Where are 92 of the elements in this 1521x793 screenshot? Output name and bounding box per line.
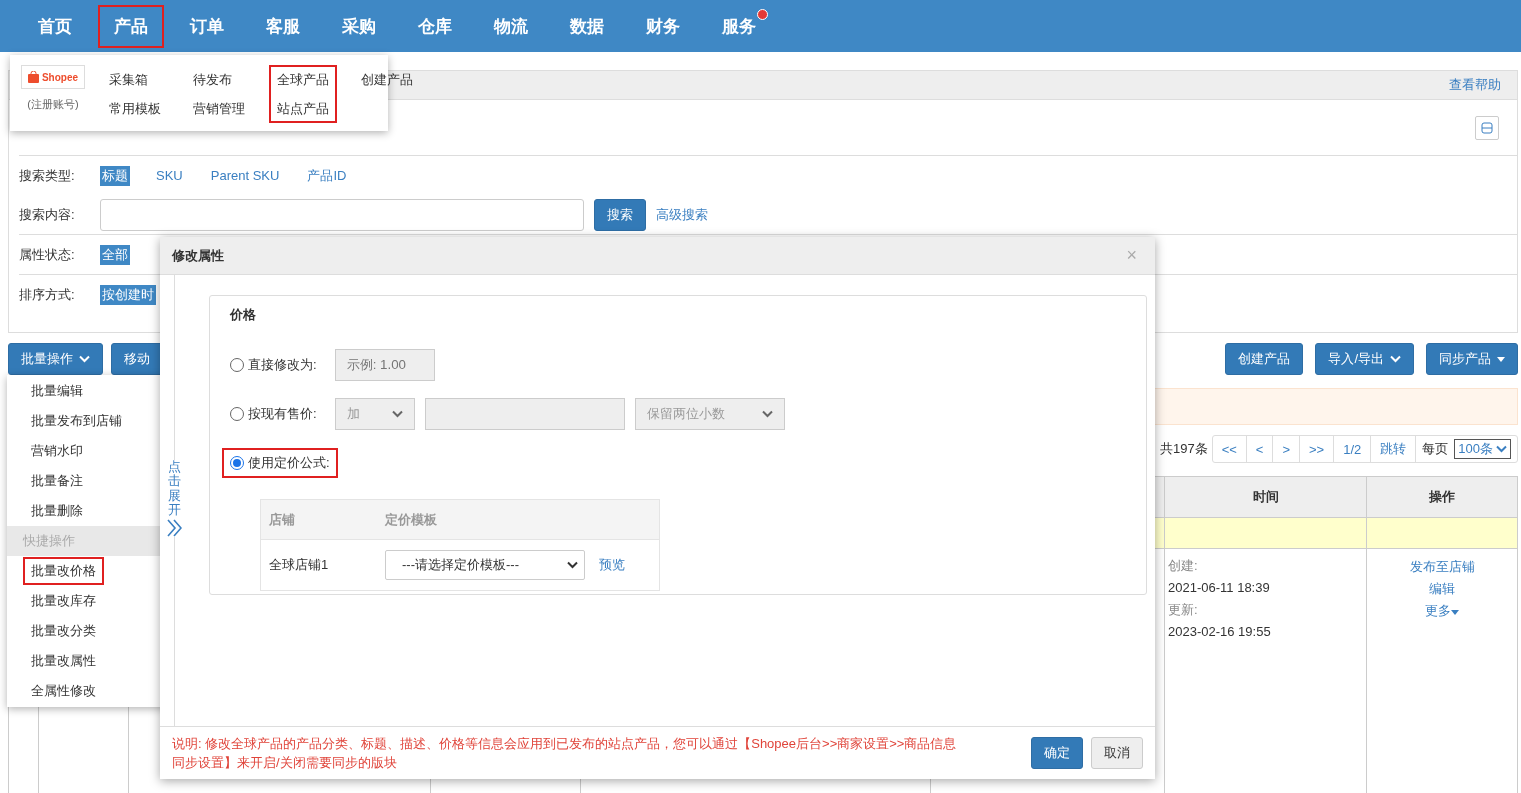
filter-label: 搜索内容:	[19, 205, 76, 224]
menu-item[interactable]: 批量改价格	[23, 557, 104, 585]
chevron-down-icon	[391, 409, 403, 418]
shop-name: 全球店铺1	[268, 556, 330, 574]
toolbar-button[interactable]: 导入/导出	[1315, 343, 1414, 375]
search-button[interactable]: 搜索	[594, 198, 646, 231]
nav-item[interactable]: 服务	[706, 4, 772, 48]
updated-label: 更新:	[1168, 601, 1199, 619]
nav-item[interactable]: 产品	[98, 4, 164, 48]
column-header: 店铺	[268, 510, 296, 529]
action-link[interactable]: 发布至店铺	[1409, 556, 1475, 578]
menu-link[interactable]: 全球产品	[277, 71, 329, 89]
nav-item[interactable]: 数据	[554, 4, 620, 48]
page-button[interactable]: >	[1273, 436, 1301, 462]
menu-item[interactable]: 批量编辑	[23, 377, 91, 405]
per-page-select[interactable]: 100条	[1454, 439, 1511, 459]
chevron-down-icon	[1496, 445, 1507, 453]
menu-item[interactable]: 营销水印	[23, 437, 91, 465]
filter-option[interactable]: SKU	[154, 167, 185, 184]
page-button[interactable]: 跳转	[1371, 436, 1417, 462]
nav-item[interactable]: 物流	[478, 4, 544, 48]
search-field[interactable]	[100, 198, 584, 231]
menu-item[interactable]: 全属性修改	[23, 677, 104, 705]
filter-option[interactable]: 产品ID	[305, 165, 349, 186]
nav-item[interactable]: 财务	[630, 4, 696, 48]
total-count: 共197条	[1159, 440, 1208, 458]
menu-item[interactable]: 批量改属性	[23, 647, 104, 675]
menu-item[interactable]: 批量改库存	[23, 587, 104, 615]
filter-label: 排序方式:	[19, 285, 76, 304]
menu-item[interactable]: 批量删除	[23, 497, 91, 525]
radio-option[interactable]: 使用定价公式:	[222, 447, 338, 478]
created-time: 2021-06-11 18:39	[1168, 579, 1271, 597]
chevron-down-icon	[1390, 355, 1401, 363]
column-header: 时间	[1164, 476, 1367, 518]
action-link[interactable]: 编辑	[1429, 578, 1455, 600]
nav-item[interactable]: 订单	[174, 4, 240, 48]
filter-option[interactable]: 标题	[100, 165, 130, 186]
section-title: 价格	[230, 306, 257, 324]
chevron-down-icon	[567, 561, 578, 569]
double-chevron-icon[interactable]	[166, 519, 182, 538]
menu-item[interactable]: 批量发布到店铺	[23, 407, 130, 435]
toolbar-button[interactable]: 创建产品	[1225, 343, 1304, 375]
toolbar-button[interactable]: 移动	[111, 343, 163, 375]
nav-item[interactable]: 采购	[326, 4, 392, 48]
column-header: 操作	[1366, 476, 1518, 518]
menu-link[interactable]: 营销管理	[193, 100, 245, 118]
created-label: 创建:	[1168, 557, 1199, 575]
chevron-down-icon	[79, 355, 90, 363]
filter-option[interactable]: 全部	[100, 244, 130, 265]
dialog-title: 修改属性	[172, 246, 224, 265]
operator-select[interactable]: 加	[334, 397, 415, 430]
page-button[interactable]: <	[1246, 436, 1274, 462]
caret-icon	[1497, 356, 1505, 362]
collapse-icon[interactable]	[1475, 115, 1499, 140]
cancel-button[interactable]: 取消	[1091, 737, 1143, 769]
nav-item[interactable]: 客服	[250, 4, 316, 48]
page-button[interactable]: >>	[1300, 436, 1335, 462]
chevron-down-icon	[761, 409, 773, 418]
caret-icon	[1451, 610, 1459, 615]
radio-option[interactable]: 按现有售价:	[222, 398, 325, 429]
account-note: (注册账号)	[27, 97, 79, 112]
action-link[interactable]: 更多	[1425, 600, 1459, 622]
nav-item[interactable]: 首页	[22, 4, 88, 48]
amount-field[interactable]	[424, 397, 625, 430]
menu-link[interactable]: 待发布	[193, 71, 245, 89]
filter-label: 属性状态:	[19, 245, 76, 264]
toolbar-button[interactable]: 批量操作	[8, 343, 103, 375]
advanced-search-link[interactable]: 高级搜索	[656, 205, 708, 224]
per-page-label: 每页	[1422, 440, 1449, 458]
toolbar-button[interactable]: 同步产品	[1426, 343, 1518, 375]
filter-label: 搜索类型:	[19, 166, 76, 185]
menu-link[interactable]: 创建产品	[361, 71, 413, 89]
note-text: 说明: 修改全球产品的产品分类、标题、描述、价格等信息会应用到已发布的站点产品，您可以通过【Shopee后台>>商家设置>>商品信息同步设置】来开启/关闭需要同步的版块	[172, 735, 958, 772]
page-button[interactable]: <<	[1212, 436, 1247, 462]
platform-logo: Shopee	[21, 65, 85, 89]
help-link[interactable]: 查看帮助	[1449, 76, 1501, 94]
menu-item[interactable]: 批量备注	[23, 467, 91, 495]
filter-option[interactable]: 按创建时	[100, 284, 156, 305]
preview-link[interactable]: 预览	[599, 556, 625, 574]
column-header: 定价模板	[385, 510, 437, 529]
radio-option[interactable]: 直接修改为:	[222, 349, 325, 380]
menu-link[interactable]: 常用模板	[109, 100, 161, 118]
template-select[interactable]: ---请选择定价模板---	[385, 550, 585, 580]
nav-item[interactable]: 仓库	[402, 4, 468, 48]
page-button[interactable]: 1/2	[1334, 436, 1372, 462]
confirm-button[interactable]: 确定	[1031, 737, 1083, 769]
menu-link[interactable]: 站点产品	[277, 100, 329, 118]
filter-option[interactable]: Parent SKU	[208, 167, 282, 184]
rounding-select[interactable]: 保留两位小数	[634, 397, 785, 430]
updated-time: 2023-02-16 19:55	[1168, 623, 1272, 641]
menu-item[interactable]: 批量改分类	[23, 617, 104, 645]
menu-link[interactable]: 采集箱	[109, 71, 161, 89]
